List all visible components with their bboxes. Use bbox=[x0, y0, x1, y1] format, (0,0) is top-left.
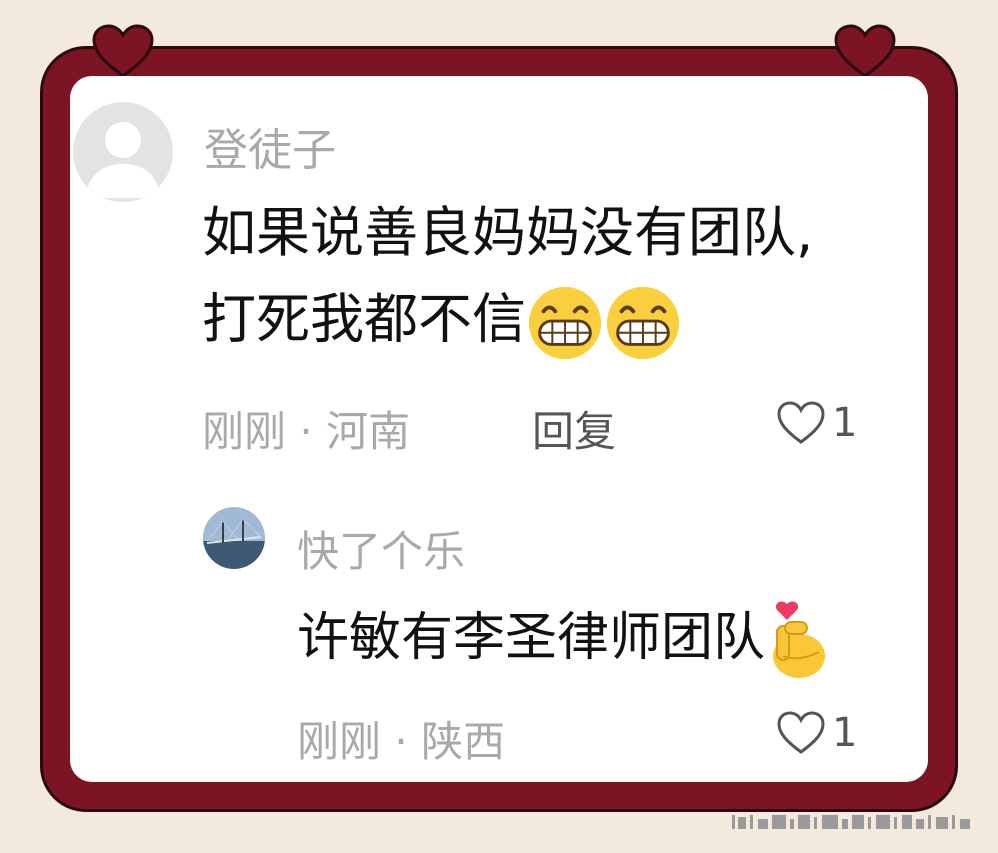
meta-separator: · bbox=[299, 407, 313, 456]
like-button[interactable]: 1 bbox=[776, 710, 857, 756]
comment-card: 登徒子 如果说善良妈妈没有团队, 打死我都不信 刚刚 · 河南 回复 1 快了个… bbox=[70, 76, 928, 782]
heart-outline-icon bbox=[777, 711, 825, 754]
reply-time: 刚刚 bbox=[297, 717, 382, 766]
heart-icon bbox=[92, 24, 154, 78]
like-count: 1 bbox=[832, 710, 858, 756]
comment-location: 河南 bbox=[326, 407, 411, 456]
reply-meta: 刚刚 · 陕西 bbox=[297, 708, 505, 769]
avatar[interactable] bbox=[203, 507, 265, 569]
avatar[interactable] bbox=[73, 102, 173, 202]
meta-separator: · bbox=[394, 717, 408, 766]
grin-emoji-icon bbox=[528, 286, 602, 360]
comment-text-line2: 打死我都不信 bbox=[202, 287, 526, 351]
comment-text-line1: 如果说善良妈妈没有团队, bbox=[202, 201, 814, 264]
grin-emoji-icon bbox=[606, 286, 680, 360]
comment-meta: 刚刚 · 河南 bbox=[202, 398, 410, 459]
watermark-logo bbox=[732, 815, 970, 829]
comment-username[interactable]: 登徒子 bbox=[204, 114, 336, 178]
reply-text-row: 许敏有李圣律师团队 bbox=[297, 600, 829, 682]
heart-outline-icon bbox=[777, 401, 825, 444]
comment-text-line2-row: 打死我都不信 bbox=[202, 284, 682, 362]
reply-username[interactable]: 快了个乐 bbox=[297, 518, 465, 579]
comment-time: 刚刚 bbox=[202, 407, 287, 456]
like-button[interactable]: 1 bbox=[776, 400, 857, 446]
finger-heart-icon bbox=[773, 601, 826, 678]
reply-text: 许敏有李圣律师团队 bbox=[297, 608, 766, 668]
heart-icon bbox=[834, 24, 896, 78]
reply-location: 陕西 bbox=[421, 717, 506, 766]
like-count: 1 bbox=[832, 400, 858, 446]
reply-button[interactable]: 回复 bbox=[532, 398, 616, 459]
